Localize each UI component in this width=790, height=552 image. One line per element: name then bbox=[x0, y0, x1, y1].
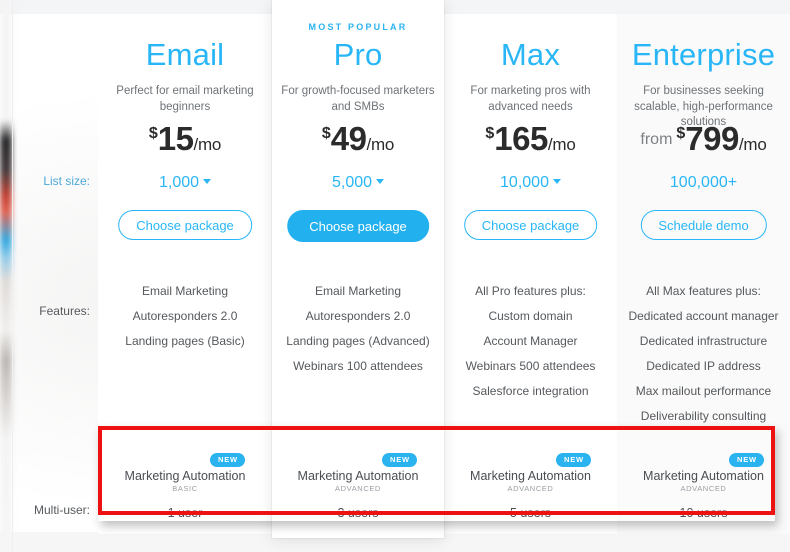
marketing-automation-title: Marketing Automation bbox=[297, 469, 419, 483]
feature-item: Salesforce integration bbox=[472, 384, 589, 398]
plan-price-enterprise: from $799/mo bbox=[617, 120, 790, 158]
feature-item: Autoresponders 2.0 bbox=[305, 309, 411, 323]
list-size-value: 100,000+ bbox=[669, 174, 738, 191]
plan-price-max: $165/mo bbox=[444, 120, 617, 158]
marketing-automation-title: Marketing Automation bbox=[643, 469, 764, 483]
list-size-dropdown-email[interactable]: 1,000 bbox=[98, 174, 272, 192]
price-amount: 15 bbox=[157, 120, 194, 157]
feature-item: Dedicated infrastructure bbox=[639, 334, 768, 348]
plan-header-pro: Pro For growth-focused marketers and SMB… bbox=[272, 14, 444, 262]
plan-name-email: Email bbox=[145, 37, 225, 72]
plan-header-max: Max For marketing pros with advanced nee… bbox=[444, 14, 617, 262]
label-list-size: List size: bbox=[43, 174, 90, 188]
feature-item: All Max features plus: bbox=[646, 284, 761, 298]
marketing-automation-tier: ADVANCED bbox=[335, 484, 381, 493]
plan-column-email: Email Perfect for email marketing beginn… bbox=[98, 14, 272, 534]
list-size-dropdown-pro[interactable]: 5,000 bbox=[272, 174, 444, 192]
list-size-value: 1,000 bbox=[158, 174, 200, 191]
price-period: /mo bbox=[193, 135, 222, 154]
marketing-automation-title: Marketing Automation bbox=[470, 469, 591, 483]
new-badge: NEW bbox=[729, 453, 764, 467]
plan-column-max: Max For marketing pros with advanced nee… bbox=[444, 14, 617, 534]
feature-item: Account Manager bbox=[483, 334, 578, 348]
plan-name-max: Max bbox=[500, 37, 561, 72]
chevron-down-icon bbox=[552, 179, 561, 184]
plan-features-pro: Email Marketing Autoresponders 2.0 Landi… bbox=[272, 284, 444, 384]
multi-user-cell-pro: NEW Marketing Automation ADVANCED 3 user… bbox=[272, 442, 444, 528]
plan-price-pro: $49/mo bbox=[272, 120, 444, 158]
feature-item: Dedicated account manager bbox=[628, 309, 779, 323]
user-count: 1 user bbox=[167, 506, 203, 520]
feature-item: Autoresponders 2.0 bbox=[132, 309, 238, 323]
plan-price-email: $15/mo bbox=[98, 120, 272, 158]
choose-package-button-max[interactable]: Choose package bbox=[463, 210, 598, 240]
plan-features-max: All Pro features plus: Custom domain Acc… bbox=[444, 284, 617, 409]
plan-name-pro: Pro bbox=[333, 37, 383, 72]
plan-column-enterprise: Enterprise For businesses seeking scalab… bbox=[617, 14, 790, 534]
feature-item: Webinars 500 attendees bbox=[465, 359, 596, 373]
price-amount: 165 bbox=[494, 120, 548, 157]
plan-description-max: For marketing pros with advanced needs bbox=[470, 85, 591, 113]
feature-item: Email Marketing bbox=[314, 284, 402, 298]
plan-description-pro: For growth-focused marketers and SMBs bbox=[281, 85, 435, 113]
multi-user-cell-enterprise: NEW Marketing Automation ADVANCED 10 use… bbox=[617, 442, 790, 528]
label-multi-user: Multi-user: bbox=[33, 503, 90, 517]
marketing-automation-tier: BASIC bbox=[172, 484, 198, 493]
label-features: Features: bbox=[39, 304, 90, 318]
plan-header-enterprise: Enterprise For businesses seeking scalab… bbox=[617, 14, 790, 262]
feature-item: Webinars 100 attendees bbox=[293, 359, 423, 373]
price-period: /mo bbox=[547, 135, 576, 154]
schedule-demo-button[interactable]: Schedule demo bbox=[640, 210, 767, 240]
feature-item: Landing pages (Advanced) bbox=[286, 334, 430, 348]
price-period: /mo bbox=[738, 135, 767, 154]
price-currency: $ bbox=[148, 125, 158, 142]
feature-item: Landing pages (Basic) bbox=[125, 334, 245, 348]
chevron-down-icon bbox=[376, 179, 385, 184]
multi-user-cell-max: NEW Marketing Automation ADVANCED 5 user… bbox=[444, 442, 617, 528]
marketing-automation-tier: ADVANCED bbox=[680, 484, 727, 493]
plan-header-email: Email Perfect for email marketing beginn… bbox=[98, 14, 272, 262]
price-currency: $ bbox=[321, 125, 331, 142]
marketing-automation-title: Marketing Automation bbox=[124, 469, 246, 483]
list-size-value-enterprise: 100,000+ bbox=[617, 174, 790, 192]
user-count: 5 users bbox=[510, 506, 551, 520]
price-amount: 799 bbox=[685, 120, 739, 157]
list-size-value: 5,000 bbox=[331, 174, 373, 191]
marketing-automation-tier: ADVANCED bbox=[507, 484, 554, 493]
feature-item: Max mailout performance bbox=[635, 384, 772, 398]
pricing-table-screenshot: List size: Features: Multi-user: Email P… bbox=[0, 0, 790, 552]
price-currency: $ bbox=[485, 125, 495, 142]
pricing-table: List size: Features: Multi-user: Email P… bbox=[12, 0, 790, 538]
list-size-dropdown-max[interactable]: 10,000 bbox=[444, 174, 617, 192]
plan-features-email: Email Marketing Autoresponders 2.0 Landi… bbox=[98, 284, 272, 359]
chevron-down-icon bbox=[203, 179, 212, 184]
feature-item: All Pro features plus: bbox=[475, 284, 586, 298]
price-currency: $ bbox=[676, 125, 686, 142]
feature-item: Custom domain bbox=[488, 309, 573, 323]
multi-user-cell-email: NEW Marketing Automation BASIC 1 user bbox=[98, 442, 272, 528]
new-badge: NEW bbox=[210, 453, 245, 467]
price-amount: 49 bbox=[330, 120, 367, 157]
new-badge: NEW bbox=[556, 453, 591, 467]
new-badge: NEW bbox=[382, 453, 417, 467]
feature-item: Email Marketing bbox=[141, 284, 229, 298]
plan-features-enterprise: All Max features plus: Dedicated account… bbox=[617, 284, 790, 434]
choose-package-button-email[interactable]: Choose package bbox=[118, 210, 252, 240]
price-period: /mo bbox=[366, 135, 395, 154]
feature-item: Dedicated IP address bbox=[646, 359, 761, 373]
user-count: 3 users bbox=[337, 506, 379, 520]
plan-description-email: Perfect for email marketing beginners bbox=[116, 85, 254, 113]
plan-column-pro: MOST POPULAR MOST POPULAR Pro For growth… bbox=[272, 0, 444, 538]
choose-package-button-pro[interactable]: Choose package bbox=[287, 210, 429, 242]
price-prefix: from bbox=[640, 131, 673, 148]
user-count: 10 users bbox=[679, 506, 728, 520]
list-size-value: 10,000 bbox=[500, 174, 549, 191]
row-label-column: List size: Features: Multi-user: bbox=[12, 14, 98, 534]
feature-item: Deliverability consulting bbox=[640, 409, 767, 423]
plan-name-enterprise: Enterprise bbox=[631, 37, 776, 72]
